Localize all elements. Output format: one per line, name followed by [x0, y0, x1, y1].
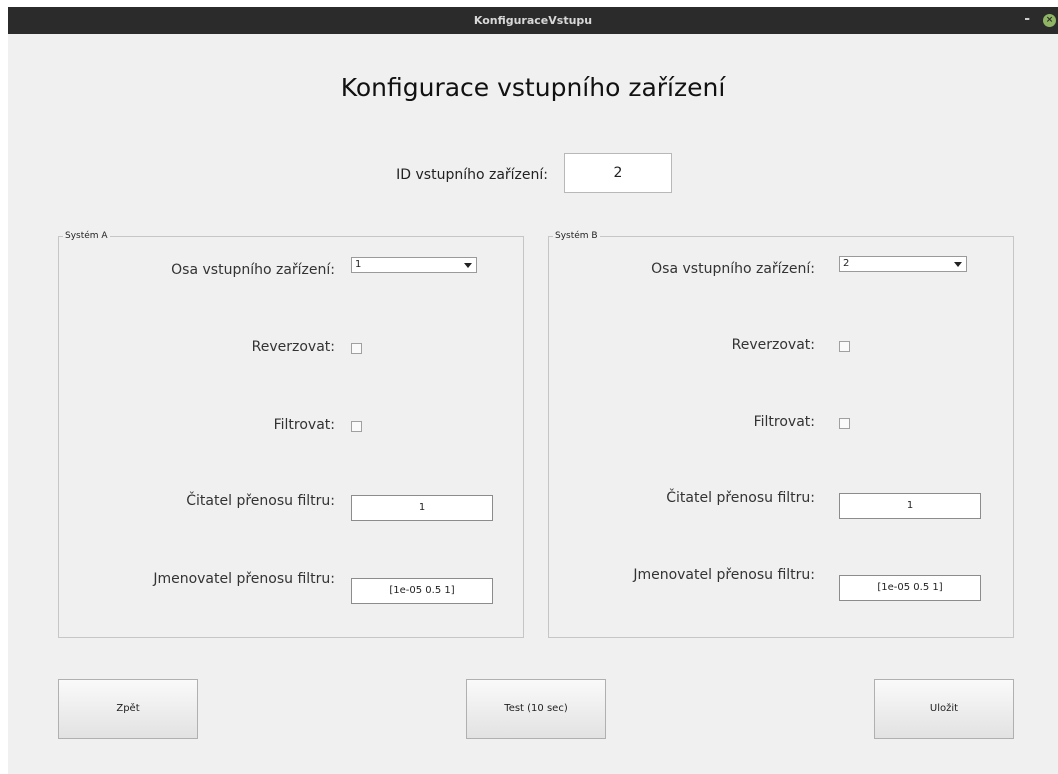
system-a-filter-label: Filtrovat:	[273, 417, 335, 433]
system-b-numerator-label: Čitatel přenosu filtru:	[666, 490, 815, 506]
system-a-filter-checkbox[interactable]	[351, 421, 362, 432]
app-window: KonfiguraceVstupu - × Konfigurace vstupn…	[8, 7, 1058, 774]
back-button[interactable]: Zpět	[58, 679, 198, 739]
system-b-filter-checkbox[interactable]	[839, 418, 850, 429]
system-b-axis-value: 2	[843, 258, 850, 269]
system-a-legend: Systém A	[63, 230, 110, 242]
test-button[interactable]: Test (10 sec)	[466, 679, 606, 739]
system-a-axis-value: 1	[355, 259, 362, 270]
system-a-axis-label: Osa vstupního zařízení:	[171, 262, 335, 278]
chevron-down-icon	[954, 262, 962, 267]
system-a-reverse-label: Reverzovat:	[251, 339, 335, 355]
window-title: KonfiguraceVstupu	[473, 14, 593, 27]
save-button[interactable]: Uložit	[874, 679, 1014, 739]
system-b-numerator-field[interactable]: 1	[839, 493, 981, 519]
system-b-denominator-field[interactable]: [1e-05 0.5 1]	[839, 575, 981, 601]
system-a-panel: Systém A Osa vstupního zařízení: 1 Rever…	[58, 230, 524, 638]
system-b-axis-select[interactable]: 2	[839, 256, 967, 272]
page-title: Konfigurace vstupního zařízení	[340, 73, 726, 102]
chevron-down-icon	[464, 263, 472, 268]
device-id-field[interactable]: 2	[564, 153, 672, 193]
system-b-axis-label: Osa vstupního zařízení:	[651, 261, 815, 277]
system-b-denominator-label: Jmenovatel přenosu filtru:	[633, 567, 815, 583]
system-a-denominator-label: Jmenovatel přenosu filtru:	[153, 571, 335, 587]
system-b-filter-label: Filtrovat:	[753, 414, 815, 430]
title-bar: KonfiguraceVstupu - ×	[8, 7, 1058, 34]
system-a-denominator-field[interactable]: [1e-05 0.5 1]	[351, 578, 493, 604]
close-icon[interactable]: ×	[1043, 14, 1056, 27]
system-a-numerator-label: Čitatel přenosu filtru:	[186, 493, 335, 509]
system-b-legend: Systém B	[553, 230, 600, 242]
system-b-reverse-label: Reverzovat:	[731, 337, 815, 353]
device-id-label: ID vstupního zařízení:	[396, 167, 548, 183]
system-b-panel: Systém B Osa vstupního zařízení: 2 Rever…	[548, 230, 1014, 638]
system-a-numerator-field[interactable]: 1	[351, 495, 493, 521]
system-a-reverse-checkbox[interactable]	[351, 343, 362, 354]
system-a-axis-select[interactable]: 1	[351, 257, 477, 273]
minimize-icon[interactable]: -	[1024, 11, 1030, 27]
system-b-reverse-checkbox[interactable]	[839, 341, 850, 352]
